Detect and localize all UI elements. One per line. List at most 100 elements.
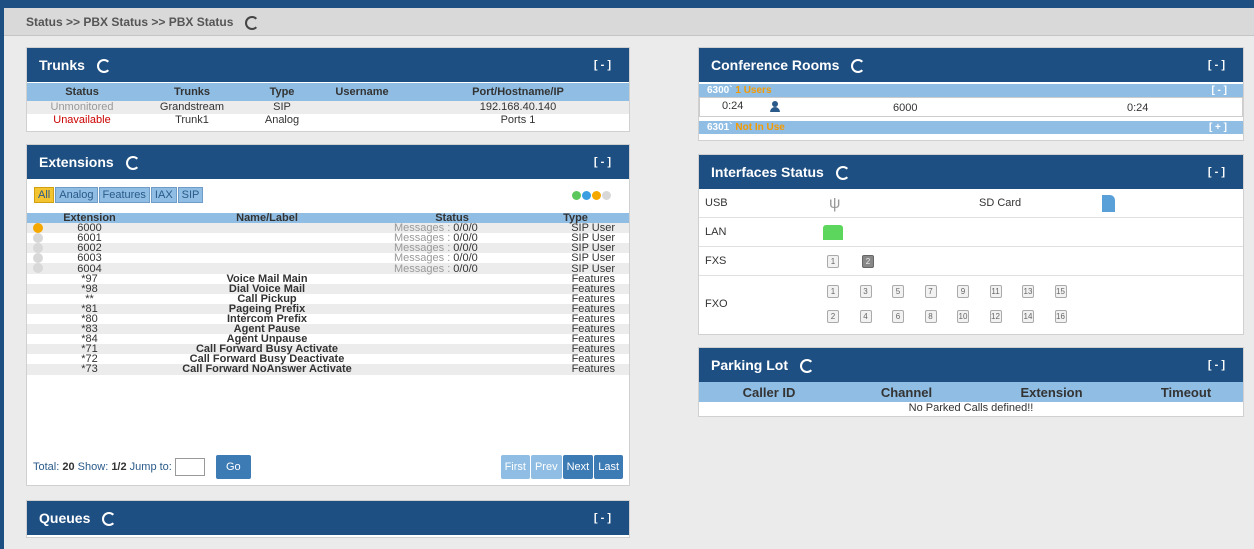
last-page-button[interactable]: Last	[594, 455, 623, 479]
table-row[interactable]: 6002 Messages : 0/0/0 SIP User	[27, 243, 629, 254]
parking-header: Parking Lot [ - ]	[699, 348, 1243, 382]
fxs-port-icon: 2	[862, 255, 874, 268]
fxs-label: FXS	[705, 255, 727, 267]
left-accent-bar	[0, 0, 4, 549]
show-label: Show:	[77, 461, 109, 473]
breadcrumb: Status >> PBX Status >> PBX Status	[4, 8, 1254, 36]
parking-refresh-icon[interactable]	[799, 359, 814, 374]
lan-label: LAN	[705, 226, 727, 238]
extension-number: *73	[81, 363, 98, 376]
fxo-port-icon: 14	[1022, 310, 1034, 323]
queues-collapse-button[interactable]: [ - ]	[594, 501, 611, 535]
interfaces-header: Interfaces Status [ - ]	[699, 155, 1243, 189]
extensions-table-header: Extension Name/Label Status Type	[27, 212, 629, 224]
fxo-port-icon: 16	[1054, 310, 1067, 323]
room-toggle-button[interactable]: [ - ]	[1211, 84, 1227, 97]
first-page-button[interactable]: First	[500, 455, 530, 479]
trunk-port: Ports 1	[500, 114, 536, 126]
interfaces-collapse-button[interactable]: [ - ]	[1208, 155, 1225, 189]
extension-name	[152, 223, 382, 233]
refresh-icon[interactable]	[244, 15, 259, 30]
trunk-type: Analog	[264, 114, 300, 126]
trunks-refresh-icon[interactable]	[96, 59, 111, 74]
go-button[interactable]: Go	[215, 455, 251, 479]
extension-status: Messages : 0/0/0	[382, 263, 522, 274]
fxo-port-icon: 11	[989, 285, 1002, 298]
jump-input[interactable]	[174, 458, 205, 477]
user-icon	[770, 101, 780, 113]
fxo-port-icon: 15	[1054, 285, 1067, 298]
queues-title: Queues	[39, 510, 91, 526]
table-row[interactable]: *80 Intercom Prefix Features	[27, 313, 629, 324]
table-row[interactable]: *97 Voice Mail Main Features	[27, 273, 629, 284]
interfaces-refresh-icon[interactable]	[835, 166, 850, 181]
trunks-title: Trunks	[39, 57, 85, 73]
lan-row: LAN	[699, 218, 1243, 247]
table-row[interactable]: 6000 Messages : 0/0/0 SIP User	[27, 223, 629, 234]
extensions-header: Extensions [ - ]	[27, 145, 629, 179]
total-label: Total:	[33, 461, 60, 473]
room-number: 6301	[707, 122, 730, 133]
fxo-port-icon: 4	[859, 310, 872, 323]
filter-sip-button[interactable]: SIP	[177, 187, 204, 203]
fxs-port-icon: 1	[827, 255, 839, 268]
filter-analog-button[interactable]: Analog	[55, 187, 98, 203]
trunk-username	[317, 114, 407, 127]
conference-room-6301[interactable]: 6301` Not In Use [ + ]	[699, 121, 1243, 134]
conference-header: Conference Rooms [ - ]	[699, 48, 1243, 82]
conference-room-6300[interactable]: 6300` 1 Users [ - ]	[699, 84, 1243, 97]
sd-card-icon	[1102, 195, 1115, 212]
conference-collapse-button[interactable]: [ - ]	[1208, 48, 1225, 82]
fxo-port-icon: 10	[957, 310, 969, 323]
table-row[interactable]: *81 Pageing Prefix Features	[27, 303, 629, 314]
jump-label: Jump to:	[129, 461, 172, 473]
col-status: Status	[65, 85, 99, 98]
col-type: Type	[269, 85, 295, 98]
conference-member-row: 0:24 6000 0:24	[699, 97, 1243, 117]
filter-all-button[interactable]: All	[34, 187, 55, 203]
fxo-port-icon: 8	[924, 310, 937, 323]
table-row[interactable]: ** Call Pickup Features	[27, 293, 629, 304]
trunks-table-header: Status Trunks Type Username Port/Hostnam…	[27, 83, 629, 101]
conference-panel: Conference Rooms [ - ] 6300` 1 Users [ -…	[698, 47, 1244, 141]
extensions-body: 6000 Messages : 0/0/0 SIP User 6001 Messages…	[27, 223, 629, 376]
queues-refresh-icon[interactable]	[102, 512, 117, 527]
parking-table-header: Caller ID Channel Extension Timeout	[699, 382, 1243, 402]
fxo-port-icon: 9	[957, 285, 969, 298]
extensions-refresh-icon[interactable]	[125, 156, 140, 171]
filter-iax-button[interactable]: IAX	[150, 187, 177, 203]
filter-features-button[interactable]: Features	[98, 187, 150, 203]
conference-refresh-icon[interactable]	[851, 59, 866, 74]
usb-row: USB ψ SD Card	[699, 189, 1243, 218]
extension-status	[382, 364, 522, 374]
parking-empty-message: No Parked Calls defined!!	[908, 402, 1034, 414]
parking-collapse-button[interactable]: [ - ]	[1208, 348, 1225, 382]
status-dot-icon	[33, 263, 43, 274]
room-toggle-button[interactable]: [ + ]	[1209, 121, 1227, 134]
extension-type: SIP User	[571, 252, 615, 265]
table-row[interactable]: 6004 Messages : 0/0/0 SIP User	[27, 263, 629, 274]
extensions-collapse-button[interactable]: [ - ]	[594, 145, 611, 179]
trunk-name: Grandstream	[159, 101, 225, 113]
table-row[interactable]: *73 Call Forward NoAnswer Activate Feature…	[27, 363, 629, 376]
room-state: Not In Use	[735, 122, 785, 133]
col-trunks: Trunks	[173, 85, 211, 98]
status-dot-icon	[33, 223, 43, 234]
table-row[interactable]: *83 Agent Pause Features	[27, 324, 629, 335]
trunks-collapse-button[interactable]: [ - ]	[594, 48, 611, 82]
next-page-button[interactable]: Next	[562, 455, 594, 479]
legend-green-dot	[572, 191, 581, 200]
trunk-port: 192.168.40.140	[479, 101, 557, 113]
top-accent-bar	[0, 0, 1254, 8]
legend-orange-dot	[592, 191, 601, 200]
page-indicator: 1/2	[111, 461, 127, 473]
table-row[interactable]: 6003 Messages : 0/0/0 SIP User	[27, 252, 629, 265]
trunks-header: Trunks [ - ]	[27, 48, 629, 82]
extension-status	[382, 274, 522, 284]
breadcrumb-text: Status >> PBX Status >> PBX Status	[26, 15, 234, 29]
prev-page-button[interactable]: Prev	[530, 455, 562, 479]
table-row[interactable]: *98 Dial Voice Mail Features	[27, 283, 629, 294]
extension-status	[382, 314, 522, 324]
table-row: No Parked Calls defined!!	[699, 402, 1243, 415]
table-row[interactable]: 6001 Messages : 0/0/0 SIP User	[27, 233, 629, 244]
